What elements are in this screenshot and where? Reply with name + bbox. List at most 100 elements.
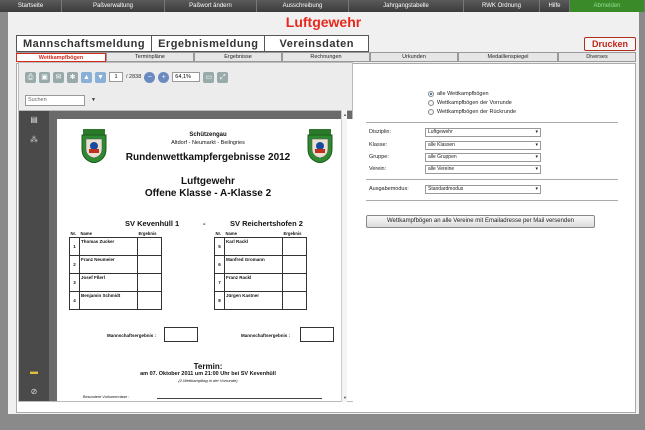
table-row: 4 Benjamin Schmidt xyxy=(69,290,162,310)
gruppe-label: Gruppe: xyxy=(369,154,389,160)
termin-note: (2.Wettkampftag in der Vorrunde) xyxy=(178,378,238,383)
radio-rueckrunde[interactable]: Wettkampfbögen der Rückrunde xyxy=(428,109,516,115)
pdf-page: Schützengau Altdorf - Neumarkt - Beilngr… xyxy=(57,119,359,401)
home-team-result-label: Mannschaftsergebnis : xyxy=(107,333,157,338)
divider xyxy=(366,179,618,180)
viewer-scrollbar[interactable]: ▲ ▼ xyxy=(341,110,347,402)
bookmarks-icon[interactable]: ⁂ xyxy=(29,135,39,145)
main-tabs: Mannschaftsmeldung Ergebnismeldung Verei… xyxy=(16,35,369,52)
nav-passwort-aendern[interactable]: Paßwort ändern xyxy=(165,0,257,12)
fullscreen-icon[interactable]: ⤢ xyxy=(217,71,229,83)
viewer-toolbar: ⎙ ▣ ✉ ✱ ▲ ▼ 1 / 2838 − + 64,1% ▭ ⤢ xyxy=(19,63,352,91)
nav-abmelden[interactable]: Abmelden xyxy=(570,0,645,12)
nav-ausschreibung[interactable]: Ausschreibung xyxy=(257,0,349,12)
nav-hilfe[interactable]: Hilfe xyxy=(540,0,570,12)
comments-icon[interactable]: ▬ xyxy=(29,367,39,377)
arrow-up-icon[interactable]: ▲ xyxy=(81,71,92,83)
disziplin-label: Disziplin: xyxy=(369,129,392,135)
print-button[interactable]: Drucken xyxy=(584,37,636,51)
team-separator: - xyxy=(203,219,206,228)
table-row: 1 Thomas Zucker xyxy=(69,236,162,256)
page-title: Luftgewehr xyxy=(285,14,362,30)
sub-tabs: Wettkampfbögen Terminpläne Ergebnisse Re… xyxy=(16,52,636,62)
subtab-wettkampfboegen[interactable]: Wettkampfbögen xyxy=(16,53,106,62)
top-navigation: Startseite Paßverwaltung Paßwort ändern … xyxy=(0,0,645,12)
print-icon[interactable]: ⎙ xyxy=(25,71,36,83)
team-away: SV Reichertshofen 2 xyxy=(230,219,303,228)
subtab-diverses[interactable]: Diverses xyxy=(558,53,636,62)
viewer-sidebar: ▤ ⁂ ▬ ⊘ xyxy=(19,111,49,401)
verein-label: Verein: xyxy=(369,166,387,172)
radio-checked-icon xyxy=(428,91,434,97)
remarks-line xyxy=(157,398,322,399)
gruppe-select[interactable]: alle Gruppen ▾ xyxy=(425,153,541,162)
radio-unchecked-icon xyxy=(428,100,434,106)
ausgabemodus-select[interactable]: Standardmodus ▾ xyxy=(425,185,541,194)
chevron-down-icon: ▾ xyxy=(535,186,538,192)
table-row: 7 Franz Rackl xyxy=(214,272,307,292)
nav-startseite[interactable]: Startseite xyxy=(0,0,62,12)
search-input[interactable]: Suchen xyxy=(25,95,85,106)
save-icon[interactable]: ▣ xyxy=(39,71,50,83)
away-team-result-box xyxy=(300,327,334,342)
tab-ergebnismeldung[interactable]: Ergebnismeldung xyxy=(151,35,266,52)
subtab-medaillenspiegel[interactable]: Medaillenspiegel xyxy=(458,53,558,62)
subtab-urkunden[interactable]: Urkunden xyxy=(370,53,458,62)
send-mail-button[interactable]: Wettkampfbögen an alle Vereine mit Email… xyxy=(366,215,595,228)
subtab-ergebnisse[interactable]: Ergebnisse xyxy=(194,53,282,62)
zoom-out-icon[interactable]: − xyxy=(144,71,156,83)
scroll-down-icon[interactable]: ▼ xyxy=(343,395,347,400)
pdf-viewer: ⎙ ▣ ✉ ✱ ▲ ▼ 1 / 2838 − + 64,1% ▭ ⤢ Suche… xyxy=(18,62,359,402)
remarks-label: Besondere Vorkommnisse : xyxy=(83,395,130,399)
table-row: 6 Manfred Gromann xyxy=(214,254,307,274)
verein-select[interactable]: alle Vereine ▾ xyxy=(425,165,541,174)
nav-rwk-ordnung[interactable]: RWK Ordnung xyxy=(464,0,540,12)
subtab-terminplaene[interactable]: Terminpläne xyxy=(106,53,194,62)
divider xyxy=(366,122,618,123)
club-region: Altdorf - Neumarkt - Beilngries xyxy=(171,140,245,146)
page-number-input[interactable]: 1 xyxy=(109,72,123,82)
pages-icon[interactable]: ▤ xyxy=(29,115,39,125)
doc-headline: Rundenwettkampfergebnisse 2012 xyxy=(125,152,291,163)
away-team-result-label: Mannschaftsergebnis : xyxy=(241,333,291,338)
termin-text: am 07. Oktober 2011 um 21:00 Uhr bei SV … xyxy=(140,371,276,377)
attachment-icon[interactable]: ⊘ xyxy=(29,387,39,397)
radio-unchecked-icon xyxy=(428,109,434,115)
chevron-down-icon: ▾ xyxy=(535,166,538,172)
table-row: 3 Josef Fßerl xyxy=(69,272,162,292)
page-total: / 2838 xyxy=(126,74,142,80)
away-team-table: Nr. Name Ergebnis 5 Karl Rackl 6 Manfred Gro… xyxy=(214,231,307,310)
chevron-down-icon: ▾ xyxy=(535,154,538,160)
table-row: 2 Franz Neumeier xyxy=(69,254,162,274)
table-row: 5 Karl Rackl xyxy=(214,236,307,256)
divider xyxy=(366,200,618,201)
disziplin-select[interactable]: Luftgewehr ▾ xyxy=(425,128,541,137)
radio-vorrunde[interactable]: Wettkampfbögen der Vorrunde xyxy=(428,100,512,106)
club-name: Schützengau xyxy=(189,132,227,138)
zoom-select[interactable]: 64,1% xyxy=(172,72,201,82)
radio-all-sheets[interactable]: alle Wettkampfbögen xyxy=(428,91,489,97)
home-team-table: Nr. Name Ergebnis 1 Thomas Zucker 2 Franz Ne… xyxy=(69,231,162,310)
scroll-up-icon[interactable]: ▲ xyxy=(343,112,347,117)
team-home: SV Kevenhüll 1 xyxy=(125,219,180,228)
fit-page-icon[interactable]: ▭ xyxy=(203,71,215,83)
klasse-select[interactable]: alle Klassen ▾ xyxy=(425,141,541,150)
home-team-result-box xyxy=(164,327,198,342)
ausgabemodus-label: Ausgabemodus: xyxy=(369,186,409,192)
table-row: 8 Jürgen Kastner xyxy=(214,290,307,310)
settings-icon[interactable]: ✱ xyxy=(67,71,78,83)
termin-title: Termin: xyxy=(193,362,223,371)
klasse-label: Klasse: xyxy=(369,142,388,148)
chevron-down-icon: ▾ xyxy=(535,129,538,135)
search-dropdown-icon[interactable]: ▼ xyxy=(91,97,96,103)
subtab-rechnungen[interactable]: Rechnungen xyxy=(282,53,370,62)
zoom-in-icon[interactable]: + xyxy=(158,71,170,83)
nav-jahrgangstabelle[interactable]: Jahrgangstabelle xyxy=(349,0,464,12)
nav-passverwaltung[interactable]: Paßverwaltung xyxy=(62,0,165,12)
arrow-down-icon[interactable]: ▼ xyxy=(95,71,106,83)
tab-vereinsdaten[interactable]: Vereinsdaten xyxy=(264,35,369,52)
doc-discipline: Luftgewehr xyxy=(181,176,235,187)
chevron-down-icon: ▾ xyxy=(535,142,538,148)
tab-mannschaftsmeldung[interactable]: Mannschaftsmeldung xyxy=(16,35,153,52)
mail-icon[interactable]: ✉ xyxy=(53,71,64,83)
